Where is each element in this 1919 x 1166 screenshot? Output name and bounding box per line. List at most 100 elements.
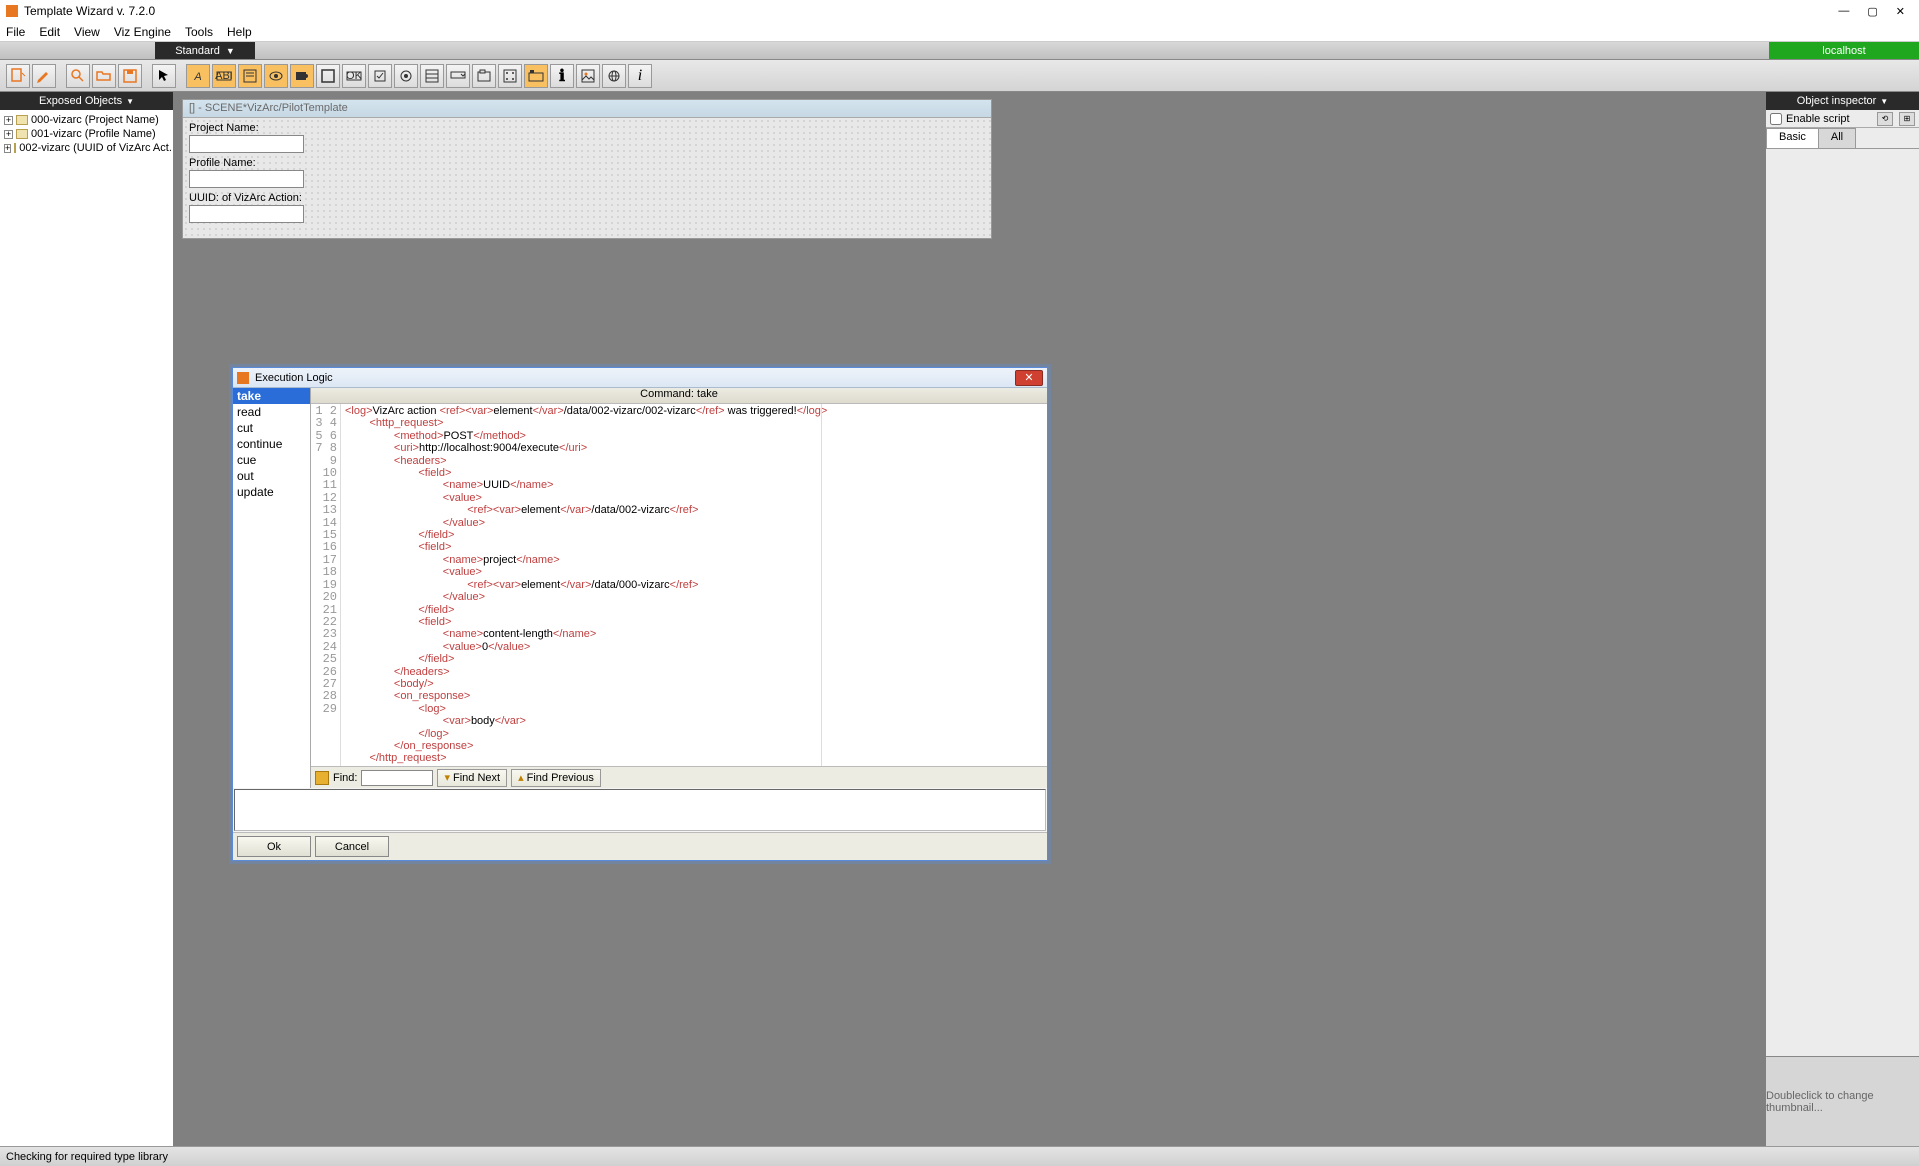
window-controls: — ▢ ✕	[1838, 5, 1913, 18]
tool-search-icon[interactable]	[66, 64, 90, 88]
thumbnail-area[interactable]: Doubleclick to change thumbnail...	[1766, 1056, 1919, 1146]
tool-eye-icon[interactable]	[264, 64, 288, 88]
menu-view[interactable]: View	[74, 25, 100, 39]
expand-icon[interactable]: +	[4, 130, 13, 139]
menu-help[interactable]: Help	[227, 25, 252, 39]
tool-panel-icon[interactable]	[316, 64, 340, 88]
tree-item-label: 000-vizarc (Project Name)	[31, 114, 159, 126]
close-button[interactable]: ✕	[1896, 5, 1905, 18]
menu-edit[interactable]: Edit	[39, 25, 60, 39]
dialog-close-button[interactable]: ✕	[1015, 370, 1043, 386]
tree-item[interactable]: +002-vizarc (UUID of VizArc Act...	[2, 141, 171, 155]
tool-radio-icon[interactable]	[394, 64, 418, 88]
tree-item[interactable]: +001-vizarc (Profile Name)	[2, 127, 171, 141]
inspector-action1-icon[interactable]: ⟲	[1877, 112, 1893, 126]
input-profile-name[interactable]	[189, 170, 304, 188]
command-read[interactable]: read	[233, 404, 310, 420]
mode-tabbar: Standard ▼ localhost	[0, 42, 1919, 60]
command-continue[interactable]: continue	[233, 436, 310, 452]
form-body[interactable]: Project Name: Profile Name: UUID: of Viz…	[183, 118, 991, 238]
command-update[interactable]: update	[233, 484, 310, 500]
execution-logic-dialog: Execution Logic ✕ take read cut continue…	[232, 367, 1048, 861]
titlebar: Template Wizard v. 7.2.0 — ▢ ✕	[0, 0, 1919, 22]
tool-ok-button-icon[interactable]: OK	[342, 64, 366, 88]
main-area: Exposed Objects ▼ +000-vizarc (Project N…	[0, 92, 1919, 1146]
statusbar: Checking for required type library	[0, 1146, 1919, 1166]
maximize-button[interactable]: ▢	[1867, 5, 1877, 18]
inspector-action2-icon[interactable]: ⊞	[1899, 112, 1915, 126]
chevron-down-icon: ▼	[126, 97, 134, 106]
sidebar-right: Object inspector ▼ Enable script ⟲ ⊞ Bas…	[1764, 92, 1919, 1146]
chevron-up-icon: ▴	[518, 771, 524, 784]
tool-memo-icon[interactable]	[238, 64, 262, 88]
minimize-button[interactable]: —	[1838, 5, 1849, 18]
host-indicator[interactable]: localhost	[1769, 42, 1919, 59]
expand-icon[interactable]: +	[4, 144, 11, 153]
tool-label-a-icon[interactable]: A	[186, 64, 210, 88]
tool-groupbox-icon[interactable]	[472, 64, 496, 88]
command-out[interactable]: out	[233, 468, 310, 484]
tool-textbox-icon[interactable]: ABI	[212, 64, 236, 88]
tool-open-icon[interactable]	[92, 64, 116, 88]
command-take[interactable]: take	[233, 388, 310, 404]
tool-world-icon[interactable]	[602, 64, 626, 88]
toolbar: A ABI OK ℹ i	[0, 60, 1919, 92]
tool-info-i-icon[interactable]: i	[628, 64, 652, 88]
input-uuid[interactable]	[189, 205, 304, 223]
object-inspector-title: Object inspector	[1797, 95, 1876, 107]
find-input[interactable]	[361, 770, 433, 786]
tool-listbox-icon[interactable]	[420, 64, 444, 88]
tool-checkbox-icon[interactable]	[368, 64, 392, 88]
object-inspector-header[interactable]: Object inspector ▼	[1766, 92, 1919, 110]
exposed-objects-title: Exposed Objects	[39, 95, 122, 107]
ok-button[interactable]: Ok	[237, 836, 311, 857]
tool-pointer-icon[interactable]	[152, 64, 176, 88]
form-designer-panel[interactable]: [] - SCENE*VizArc/PilotTemplate Project …	[182, 99, 992, 239]
find-next-button[interactable]: ▾Find Next	[437, 769, 507, 787]
tool-edit-icon[interactable]	[32, 64, 56, 88]
tab-spacer-left	[0, 42, 155, 59]
tab-all[interactable]: All	[1818, 128, 1856, 148]
tool-puzzle-icon[interactable]	[290, 64, 314, 88]
exposed-objects-tree: +000-vizarc (Project Name) +001-vizarc (…	[0, 110, 173, 1146]
dialog-log-area[interactable]	[234, 789, 1046, 831]
tool-tab-icon[interactable]	[524, 64, 548, 88]
tool-new-icon[interactable]	[6, 64, 30, 88]
menu-viz-engine[interactable]: Viz Engine	[114, 25, 171, 39]
cancel-button[interactable]: Cancel	[315, 836, 389, 857]
folder-icon	[16, 115, 28, 125]
inspector-body	[1766, 148, 1919, 1056]
code-editor[interactable]: 1 2 3 4 5 6 7 8 9 10 11 12 13 14 15 16 1…	[311, 404, 1047, 766]
find-label: Find:	[333, 772, 357, 784]
tool-image-icon[interactable]	[576, 64, 600, 88]
tab-standard-label: Standard	[175, 45, 220, 57]
chevron-down-icon: ▼	[226, 46, 235, 56]
app-title: Template Wizard v. 7.2.0	[24, 4, 1838, 18]
command-cue[interactable]: cue	[233, 452, 310, 468]
menu-file[interactable]: File	[6, 25, 25, 39]
thumbnail-hint: Doubleclick to change thumbnail...	[1766, 1090, 1919, 1114]
menu-tools[interactable]: Tools	[185, 25, 213, 39]
expand-icon[interactable]: +	[4, 116, 13, 125]
folder-icon	[14, 143, 16, 153]
tree-item[interactable]: +000-vizarc (Project Name)	[2, 113, 171, 127]
app-icon	[237, 372, 249, 384]
command-list: take read cut continue cue out update	[233, 388, 311, 788]
tab-basic[interactable]: Basic	[1766, 128, 1819, 148]
enable-script-checkbox[interactable]	[1770, 113, 1782, 125]
tab-standard[interactable]: Standard ▼	[155, 42, 255, 59]
chevron-down-icon: ▼	[1880, 97, 1888, 106]
tool-scrollbox-icon[interactable]	[498, 64, 522, 88]
tool-info-icon[interactable]: ℹ	[550, 64, 574, 88]
tool-save-icon[interactable]	[118, 64, 142, 88]
command-cut[interactable]: cut	[233, 420, 310, 436]
dialog-titlebar[interactable]: Execution Logic ✕	[233, 368, 1047, 388]
code-content[interactable]: <log>VizArc action <ref><var>element</va…	[341, 404, 1047, 766]
sidebar-left: Exposed Objects ▼ +000-vizarc (Project N…	[0, 92, 175, 1146]
exposed-objects-header[interactable]: Exposed Objects ▼	[0, 92, 173, 110]
input-project-name[interactable]	[189, 135, 304, 153]
command-pane: Command: take 1 2 3 4 5 6 7 8 9 10 11 12…	[311, 388, 1047, 788]
find-prev-button[interactable]: ▴Find Previous	[511, 769, 601, 787]
tab-all-label: All	[1831, 131, 1843, 143]
tool-combobox-icon[interactable]	[446, 64, 470, 88]
